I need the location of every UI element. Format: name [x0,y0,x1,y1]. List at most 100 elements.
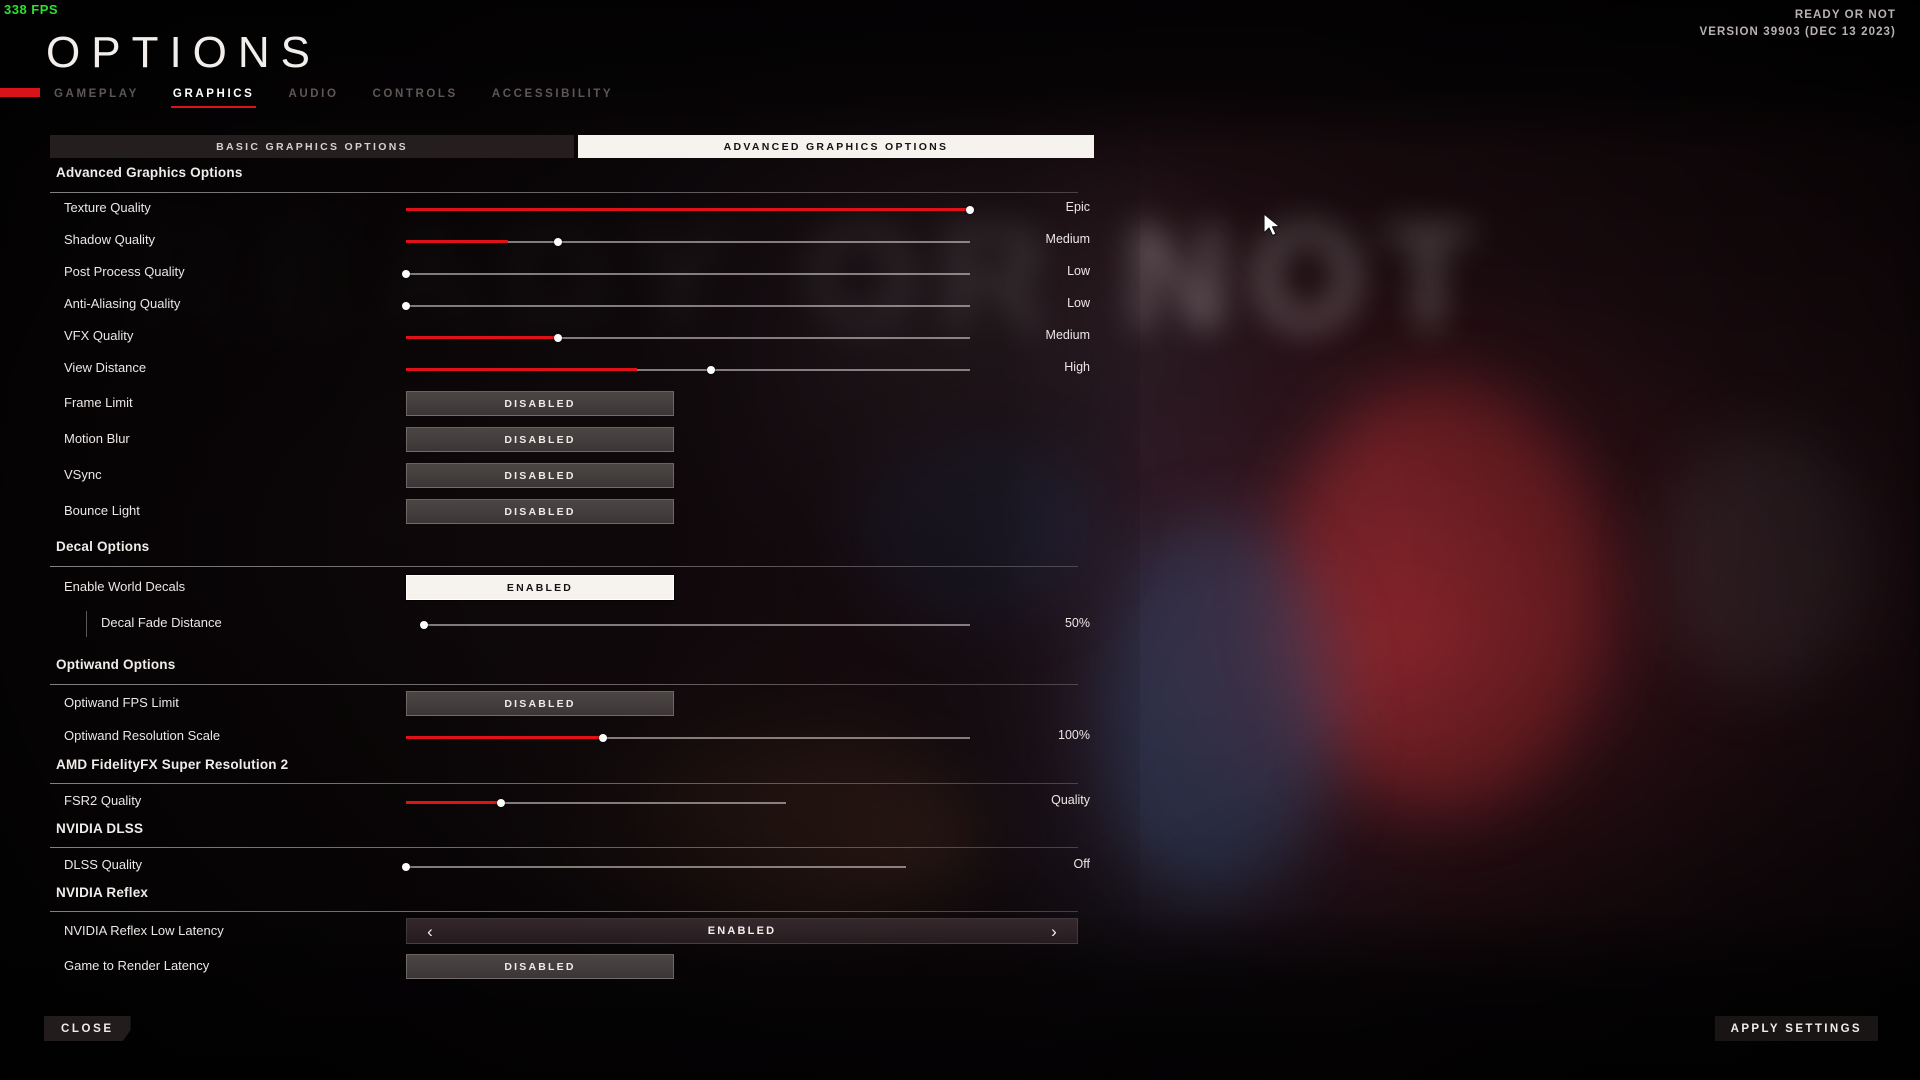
subtab-advanced-graphics[interactable]: ADVANCED GRAPHICS OPTIONS [578,135,1094,158]
slider-knob[interactable] [706,365,715,374]
bounce-light-dropdown[interactable]: DISABLED [406,499,674,524]
slider-knob[interactable] [402,269,410,278]
section-title: NVIDIA Reflex [56,885,149,900]
tab-controls[interactable]: CONTROLS [371,84,460,108]
version-info: READY OR NOT VERSION 39903 (DEC 13 2023) [1699,7,1896,41]
setting-label: View Distance [64,360,147,375]
tab-audio[interactable]: AUDIO [286,84,340,108]
fsr2-quality-slider[interactable] [406,798,786,807]
setting-value: Medium [1045,328,1090,342]
shadow-quality-slider[interactable] [406,237,970,246]
setting-row-shadow-quality[interactable]: Shadow Quality Medium [50,225,1092,257]
game-title-label: READY OR NOT [1794,9,1896,21]
section-title: Advanced Graphics Options [56,165,243,180]
slider-knob[interactable] [554,333,563,342]
slider-track [406,304,970,307]
chevron-left-icon[interactable]: ‹ [421,923,439,940]
fps-counter: 338 FPS [4,2,59,17]
setting-row-vsync[interactable]: VSync DISABLED [50,457,1092,493]
section-title: Decal Options [56,539,150,554]
slider-fill [406,336,559,339]
setting-row-frame-limit[interactable]: Frame Limit DISABLED [50,385,1092,421]
section-header-dlss: NVIDIA DLSS [50,818,1092,848]
setting-value: Epic [1065,200,1090,214]
optiwand-fps-limit-dropdown[interactable]: DISABLED [406,691,674,716]
slider-track [406,272,970,275]
slider-knob[interactable] [402,862,410,871]
settings-panel[interactable]: Advanced Graphics Options Texture Qualit… [50,165,1092,985]
setting-label: NVIDIA Reflex Low Latency [64,923,224,938]
accent-bar [0,88,40,97]
setting-row-fsr2-quality[interactable]: FSR2 Quality Quality [50,784,1092,818]
setting-label: Optiwand FPS Limit [64,695,179,710]
setting-label: Texture Quality [64,200,151,215]
setting-label: FSR2 Quality [64,793,142,808]
setting-row-motion-blur[interactable]: Motion Blur DISABLED [50,421,1092,457]
subtab-basic-graphics[interactable]: BASIC GRAPHICS OPTIONS [50,135,574,158]
decal-fade-distance-slider[interactable] [420,620,970,629]
motion-blur-dropdown[interactable]: DISABLED [406,427,674,452]
section-title: NVIDIA DLSS [56,821,144,836]
version-label: VERSION 39903 (DEC 13 2023) [1699,26,1896,38]
anti-aliasing-quality-slider[interactable] [402,301,970,310]
apply-settings-button[interactable]: APPLY SETTINGS [1714,1016,1878,1041]
setting-row-dlss-quality[interactable]: DLSS Quality Off [50,848,1092,882]
slider-knob[interactable] [599,733,608,742]
setting-label: Enable World Decals [64,579,186,594]
setting-row-anti-aliasing-quality[interactable]: Anti-Aliasing Quality Low [50,289,1092,321]
section-header-advanced: Advanced Graphics Options [50,165,1092,193]
frame-limit-dropdown[interactable]: DISABLED [406,391,674,416]
setting-row-optiwand-fps-limit[interactable]: Optiwand FPS Limit DISABLED [50,685,1092,720]
setting-row-reflex-low-latency[interactable]: NVIDIA Reflex Low Latency ‹ ENABLED › [50,912,1092,948]
slider-fill [406,736,604,739]
setting-row-bounce-light[interactable]: Bounce Light DISABLED [50,493,1092,529]
slider-knob[interactable] [402,301,410,310]
close-button[interactable]: CLOSE [44,1016,131,1041]
setting-row-vfx-quality[interactable]: VFX Quality Medium [50,321,1092,353]
reflex-low-latency-value: ENABLED [707,925,777,937]
setting-value: Medium [1045,232,1090,246]
vsync-dropdown[interactable]: DISABLED [406,463,674,488]
vfx-quality-slider[interactable] [406,333,970,342]
slider-knob[interactable] [554,237,563,246]
setting-value: 50% [1064,616,1090,630]
texture-quality-slider[interactable] [406,205,974,214]
enable-world-decals-dropdown[interactable]: ENABLED [406,575,674,600]
section-header-decal: Decal Options [50,539,1092,567]
view-distance-slider[interactable] [406,365,970,374]
section-header-reflex: NVIDIA Reflex [50,882,1092,912]
section-title: AMD FidelityFX Super Resolution 2 [56,757,289,772]
options-screen: READY OR NOT 338 FPS READY OR NOT VERSIO… [0,0,1920,1080]
slider-fill [406,368,638,371]
page-title: OPTIONS [46,28,322,77]
setting-row-post-process-quality[interactable]: Post Process Quality Low [50,257,1092,289]
setting-value: Low [1067,264,1090,278]
post-process-quality-slider[interactable] [402,269,970,278]
setting-row-game-to-render-latency[interactable]: Game to Render Latency DISABLED [50,948,1092,984]
setting-row-texture-quality[interactable]: Texture Quality Epic [50,193,1092,225]
slider-fill [406,801,501,804]
game-to-render-latency-dropdown[interactable]: DISABLED [406,954,674,979]
setting-row-decal-fade-distance[interactable]: Decal Fade Distance 50% [50,605,1092,643]
optiwand-resolution-scale-slider[interactable] [406,733,970,742]
dlss-quality-slider[interactable] [402,862,906,871]
slider-knob[interactable] [966,205,974,214]
sub-tab-bar: BASIC GRAPHICS OPTIONS ADVANCED GRAPHICS… [50,135,1094,158]
chevron-right-icon[interactable]: › [1045,923,1063,940]
setting-label: Motion Blur [64,431,130,446]
setting-row-enable-world-decals[interactable]: Enable World Decals ENABLED [50,567,1092,605]
section-header-fsr: AMD FidelityFX Super Resolution 2 [50,754,1092,784]
slider-knob[interactable] [497,798,505,807]
tab-graphics[interactable]: GRAPHICS [170,84,257,108]
mouse-cursor-icon [1263,213,1281,237]
setting-row-optiwand-resolution-scale[interactable]: Optiwand Resolution Scale 100% [50,720,1092,754]
setting-label: Game to Render Latency [64,958,210,973]
setting-row-view-distance[interactable]: View Distance High [50,353,1092,385]
tab-gameplay[interactable]: GAMEPLAY [52,84,141,108]
tab-accessibility[interactable]: ACCESSIBILITY [490,84,615,108]
reflex-low-latency-selector[interactable]: ‹ ENABLED › [406,918,1078,944]
setting-label: VFX Quality [64,328,134,343]
slider-knob[interactable] [420,620,428,629]
